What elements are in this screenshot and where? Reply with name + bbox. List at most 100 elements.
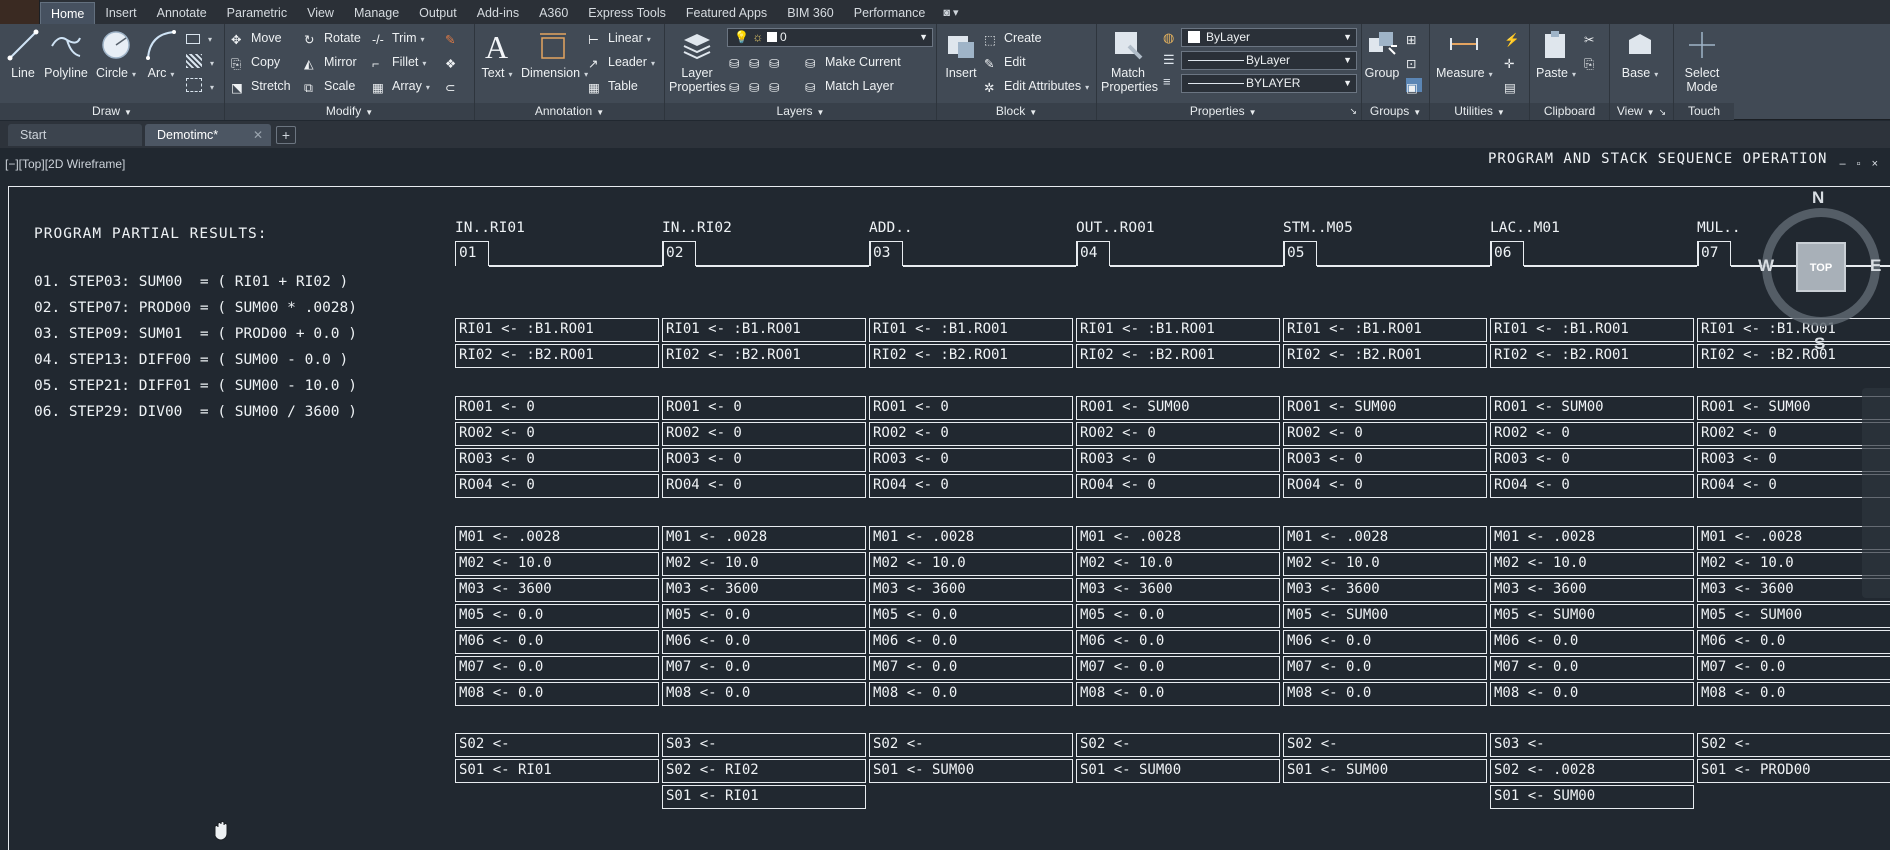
annotation-panel-title[interactable]: Annotation ▼ xyxy=(475,103,664,120)
match-properties-label: Match Properties xyxy=(1101,66,1158,94)
polyline-button[interactable]: Polyline xyxy=(42,28,90,80)
viewport-controls-label[interactable]: [−][Top][2D Wireframe] xyxy=(5,157,125,171)
ribbon-tab-parametric[interactable]: Parametric xyxy=(217,2,297,24)
scale-button[interactable]: ⧉ Scale xyxy=(304,76,355,96)
modify-panel-title[interactable]: Modify ▼ xyxy=(225,103,474,120)
viewcube-top-face[interactable]: TOP xyxy=(1796,242,1846,292)
output-register-cell: RO03 <- 0 xyxy=(455,448,659,472)
ribbon-tab-manage[interactable]: Manage xyxy=(344,2,409,24)
circle-button[interactable]: Circle ▾ xyxy=(96,28,136,82)
compass-south[interactable]: S xyxy=(1814,334,1825,354)
file-tab-start[interactable]: Start xyxy=(8,124,142,146)
rectangle-button[interactable]: ▾ xyxy=(186,28,212,48)
cut-button[interactable]: ✂ xyxy=(1584,28,1604,48)
memory-register-cell: M06 <- 0.0 xyxy=(869,630,1073,654)
application-menu-button[interactable] xyxy=(0,0,40,24)
edit-block-button[interactable]: ✎ Edit xyxy=(984,52,1026,72)
ribbon-tab-add-ins[interactable]: Add-ins xyxy=(467,2,529,24)
hatch-button[interactable]: ▾ xyxy=(186,52,214,72)
linear-button[interactable]: ⊢ Linear ▾ xyxy=(588,28,651,48)
pan-hand-icon xyxy=(214,820,228,841)
mirror-button[interactable]: ◭ Mirror xyxy=(304,52,357,72)
output-register-cell: RO01 <- SUM00 xyxy=(1283,396,1487,420)
line-button[interactable]: Line xyxy=(6,28,40,80)
table-button[interactable]: ▦ Table xyxy=(588,76,638,96)
quick-select-button[interactable]: ⚡ xyxy=(1504,28,1524,48)
close-icon[interactable]: ✕ xyxy=(253,124,263,146)
layer-dropdown[interactable]: 💡 ☼ 0 ▼ xyxy=(727,28,933,47)
rotate-button[interactable]: ↻ Rotate xyxy=(304,28,361,48)
viewport-window-controls[interactable]: – ▫ × xyxy=(1839,158,1882,170)
make-current-button[interactable]: ⛁ Make Current xyxy=(805,52,901,72)
id-point-button[interactable]: ✛ xyxy=(1504,52,1524,72)
memory-register-cell: M08 <- 0.0 xyxy=(1283,682,1487,706)
navigation-bar[interactable] xyxy=(1862,388,1890,598)
view-panel-title[interactable]: View ▼ ↘ xyxy=(1610,103,1673,120)
output-register-cell: RO04 <- 0 xyxy=(1490,474,1694,498)
paste-button[interactable]: Paste ▾ xyxy=(1536,28,1576,82)
base-button[interactable]: Base ▾ xyxy=(1620,28,1660,82)
edit-attributes-button[interactable]: ✲ Edit Attributes ▾ xyxy=(984,76,1089,96)
ribbon-tab-home[interactable]: Home xyxy=(40,2,96,24)
block-panel-title[interactable]: Block ▼ xyxy=(937,103,1096,120)
create-block-button[interactable]: ⬚ Create xyxy=(984,28,1042,48)
drawing-viewport[interactable]: [−][Top][2D Wireframe] PROGRAM AND STACK… xyxy=(0,148,1890,850)
compass-west[interactable]: W xyxy=(1758,256,1774,276)
match-properties-button[interactable]: Match Properties xyxy=(1101,28,1158,94)
file-tab-demotimc[interactable]: Demotimc* ✕ xyxy=(145,124,271,146)
linetype-dropdown[interactable]: ByLayer ▼ xyxy=(1181,51,1357,70)
ribbon-tab-a360[interactable]: A360 xyxy=(529,2,578,24)
layer-properties-button[interactable]: Layer Properties xyxy=(669,28,726,94)
ribbon-tab-annotate[interactable]: Annotate xyxy=(147,2,217,24)
output-register-cell: RO03 <- 0 xyxy=(869,448,1073,472)
groups-panel-title[interactable]: Groups ▼ xyxy=(1362,103,1429,120)
ribbon-tab-insert[interactable]: Insert xyxy=(95,2,146,24)
match-layer-button[interactable]: ⛁ Match Layer xyxy=(805,76,894,96)
compass-east[interactable]: E xyxy=(1870,256,1881,276)
erase-button[interactable]: ✎ xyxy=(445,28,465,48)
layer-tools-row2[interactable]: ⛁ ⛁ ⛁ xyxy=(729,76,789,96)
copy-clip-button[interactable]: ⎘ xyxy=(1584,52,1604,72)
color-dropdown[interactable]: ByLayer ▼ xyxy=(1181,28,1357,47)
stack-register-cell: S02 <- xyxy=(455,733,659,757)
ribbon-tab-bim-360[interactable]: BIM 360 xyxy=(777,2,844,24)
ungroup-button[interactable]: ⊞ xyxy=(1406,28,1426,48)
boundary-button[interactable]: ▾ xyxy=(186,76,214,96)
mirror-label: Mirror xyxy=(324,55,357,69)
group-selection-button[interactable]: ▣ xyxy=(1406,76,1426,96)
ribbon-tab-view[interactable]: View xyxy=(297,2,344,24)
dimension-button[interactable]: Dimension ▾ xyxy=(521,28,588,82)
memory-register-cell: M05 <- 0.0 xyxy=(1076,604,1280,628)
layer-tools-row1[interactable]: ⛁ ⛁ ⛁ xyxy=(729,52,789,72)
draw-panel-title[interactable]: Draw ▼ xyxy=(0,103,224,120)
offset-button[interactable]: ⊂ xyxy=(445,76,465,96)
lineweight-dropdown[interactable]: BYLAYER ▼ xyxy=(1181,74,1357,93)
ribbon-tab-performance[interactable]: Performance xyxy=(844,2,936,24)
fillet-button[interactable]: ⌐ Fillet ▾ xyxy=(372,52,426,72)
move-button[interactable]: ✥ Move xyxy=(231,28,282,48)
insert-button[interactable]: Insert xyxy=(941,28,981,80)
properties-panel-title[interactable]: Properties ▼ ↘ xyxy=(1097,103,1361,120)
utilities-panel-title[interactable]: Utilities ▼ xyxy=(1430,103,1529,120)
new-tab-button[interactable]: + xyxy=(276,126,296,144)
measure-button[interactable]: Measure ▾ xyxy=(1436,28,1493,82)
explode-button[interactable]: ❖ xyxy=(445,52,465,72)
trim-button[interactable]: -/- Trim ▾ xyxy=(372,28,425,48)
ribbon-tab-output[interactable]: Output xyxy=(409,2,467,24)
calculator-button[interactable]: ▤ xyxy=(1504,76,1524,96)
ribbon-tab-express-tools[interactable]: Express Tools xyxy=(578,2,676,24)
group-button[interactable]: Group xyxy=(1364,28,1400,80)
leader-button[interactable]: ↗ Leader ▾ xyxy=(588,52,655,72)
text-button[interactable]: A Text ▾ xyxy=(479,28,515,82)
copy-button[interactable]: ⎘ Copy xyxy=(231,52,280,72)
group-edit-button[interactable]: ⊡ xyxy=(1406,52,1426,72)
ribbon-tab-featured-apps[interactable]: Featured Apps xyxy=(676,2,777,24)
select-mode-button[interactable]: Select Mode xyxy=(1676,28,1728,94)
array-button[interactable]: ▦ Array ▾ xyxy=(372,76,430,96)
viewcube[interactable]: N S W E TOP xyxy=(1758,188,1890,358)
arc-button[interactable]: Arc ▾ xyxy=(144,28,178,82)
stretch-button[interactable]: ⬔ Stretch xyxy=(231,76,291,96)
compass-north[interactable]: N xyxy=(1812,188,1824,208)
ribbon-display-toggle[interactable]: ◙ ▾ xyxy=(935,2,966,24)
layers-panel-title[interactable]: Layers ▼ xyxy=(665,103,936,120)
